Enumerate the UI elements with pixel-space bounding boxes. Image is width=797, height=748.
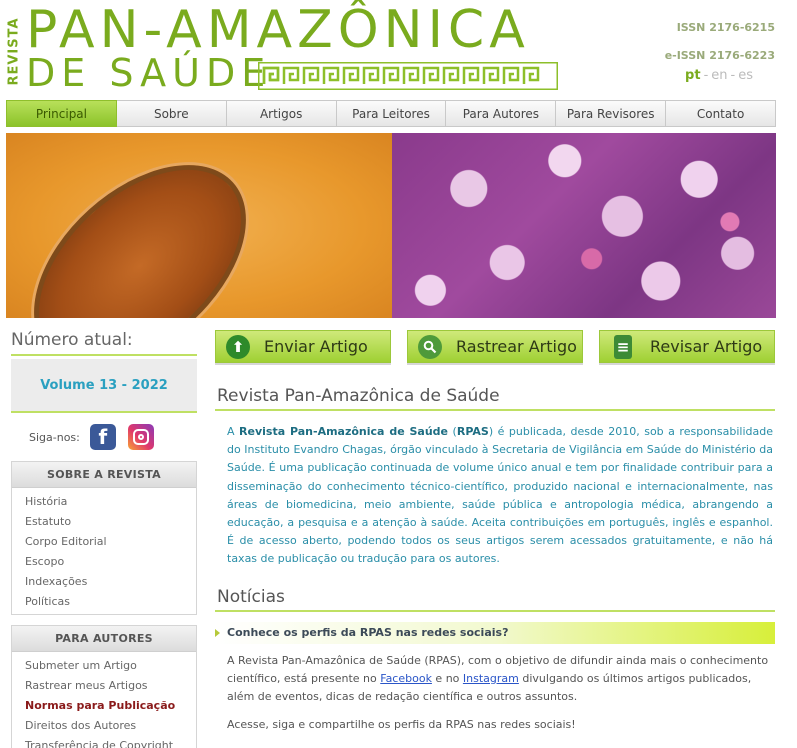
hero-banner	[6, 133, 776, 318]
news-item-body: A Revista Pan-Amazônica de Saúde (RPAS),…	[215, 644, 775, 734]
nav-item-principal[interactable]: Principal	[6, 100, 117, 127]
egg-illustration	[6, 133, 284, 318]
issn-print: ISSN 2176-6215	[676, 21, 775, 34]
about-journal-heading: SOBRE A REVISTA	[12, 462, 196, 488]
sidebar-item-corpo-editorial[interactable]: Corpo Editorial	[25, 532, 196, 552]
submit-article-button[interactable]: ⬆ Enviar Artigo	[215, 330, 391, 363]
lang-pt[interactable]: pt	[685, 68, 701, 83]
for-authors-block: PARA AUTORES Submeter um Artigo Rastrear…	[11, 625, 197, 748]
lang-es[interactable]: es	[738, 68, 753, 83]
instagram-icon[interactable]	[127, 424, 154, 450]
sidebar-item-direitos[interactable]: Direitos dos Autores	[25, 716, 196, 736]
journal-title-heading: Revista Pan-Amazônica de Saúde	[215, 386, 775, 411]
action-buttons: ⬆ Enviar Artigo Rastrear Artigo ≡ Revisa…	[215, 330, 775, 365]
issn-block: ISSN 2176-6215 e-ISSN 2176-6223	[665, 14, 775, 70]
review-article-button[interactable]: ≡ Revisar Artigo	[599, 330, 775, 363]
submit-article-label: Enviar Artigo	[264, 337, 368, 356]
greek-key-ornament	[258, 62, 558, 90]
nav-item-contato[interactable]: Contato	[666, 100, 777, 127]
sidebar-item-politicas[interactable]: Políticas	[25, 592, 196, 612]
main-content: ⬆ Enviar Artigo Rastrear Artigo ≡ Revisa…	[215, 330, 775, 734]
track-article-button[interactable]: Rastrear Artigo	[407, 330, 583, 363]
nav-item-artigos[interactable]: Artigos	[226, 100, 337, 127]
nav-item-sobre[interactable]: Sobre	[116, 100, 227, 127]
sidebar-item-rastrear[interactable]: Rastrear meus Artigos	[25, 676, 196, 696]
news-item-title[interactable]: Conhece os perfis da RPAS nas redes soci…	[215, 621, 775, 644]
logo-title-line1[interactable]: PAN-AMAZÔNICA	[26, 2, 530, 58]
banner-image-tissue	[392, 133, 776, 318]
sidebar-item-historia[interactable]: História	[25, 492, 196, 512]
logo-title-line2[interactable]: DE SAÚDE	[26, 52, 271, 94]
follow-us: Siga-nos: f	[11, 413, 197, 461]
current-volume-link[interactable]: Volume 13 - 2022	[11, 359, 197, 413]
search-icon	[418, 334, 442, 359]
about-journal-block: SOBRE A REVISTA História Estatuto Corpo …	[11, 461, 197, 615]
sidebar-item-normas[interactable]: Normas para Publicação	[25, 696, 196, 716]
sidebar-item-submeter[interactable]: Submeter um Artigo	[25, 656, 196, 676]
logo-vertical: REVISTA	[6, 17, 22, 86]
journal-intro: A Revista Pan-Amazônica de Saúde (RPAS) …	[227, 425, 773, 566]
site-header: REVISTA PAN-AMAZÔNICA DE SAÚDE ISSN 2176…	[0, 0, 797, 97]
news-heading: Notícias	[215, 587, 775, 612]
book-icon: ≡	[614, 334, 632, 359]
nav-item-para-revisores[interactable]: Para Revisores	[556, 100, 667, 127]
track-article-label: Rastrear Artigo	[456, 337, 577, 356]
issn-electronic: e-ISSN 2176-6223	[664, 49, 775, 62]
upload-icon: ⬆	[226, 334, 250, 359]
journal-name: Revista Pan-Amazônica de Saúde	[239, 425, 449, 438]
review-article-label: Revisar Artigo	[650, 337, 763, 356]
lang-separator: -	[730, 68, 736, 83]
sidebar-item-estatuto[interactable]: Estatuto	[25, 512, 196, 532]
nav-item-para-leitores[interactable]: Para Leitores	[336, 100, 447, 127]
follow-label: Siga-nos:	[29, 430, 80, 444]
main-navigation: Principal Sobre Artigos Para Leitores Pa…	[6, 100, 777, 127]
lang-en[interactable]: en	[711, 68, 727, 83]
for-authors-heading: PARA AUTORES	[12, 626, 196, 652]
facebook-icon[interactable]: f	[89, 424, 116, 450]
sidebar-item-escopo[interactable]: Escopo	[25, 552, 196, 572]
news-call-to-action: Acesse, siga e compartilhe os perfis da …	[227, 717, 576, 731]
banner-image-parasite-egg	[6, 133, 392, 318]
language-switcher: pt - en - es	[685, 68, 753, 83]
sidebar: Número atual: Volume 13 - 2022 Siga-nos:…	[11, 330, 197, 748]
current-issue-label: Número atual:	[11, 330, 197, 356]
nav-item-para-autores[interactable]: Para Autores	[446, 100, 557, 127]
instagram-link[interactable]: Instagram	[463, 672, 519, 685]
facebook-link[interactable]: Facebook	[380, 672, 432, 685]
lang-separator: -	[703, 68, 709, 83]
sidebar-item-indexacoes[interactable]: Indexações	[25, 572, 196, 592]
journal-abbr: RPAS	[456, 425, 489, 438]
sidebar-item-copyright[interactable]: Transferência de Copyright	[25, 736, 196, 748]
